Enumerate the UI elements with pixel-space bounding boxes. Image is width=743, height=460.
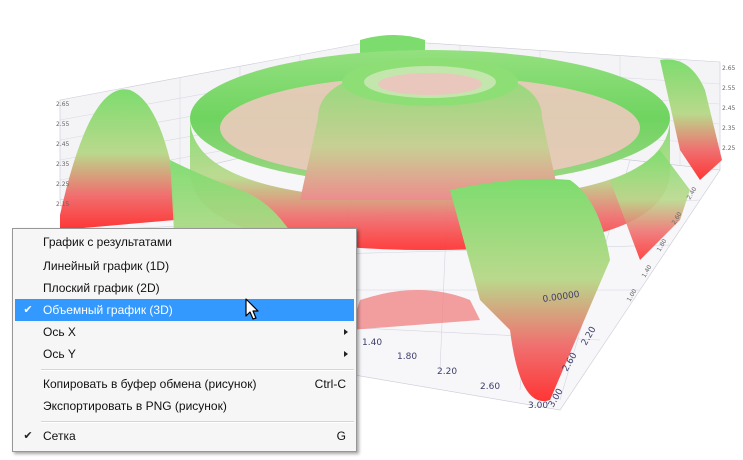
menu-item-axis-y[interactable]: Ось Y — [15, 343, 354, 365]
menu-item-export-png[interactable]: Экспортировать в PNG (рисунок) — [15, 395, 354, 417]
svg-text:2.65: 2.65 — [56, 101, 70, 108]
menu-item-label: Экспортировать в PNG (рисунок) — [43, 399, 227, 413]
menu-item-volume-chart-3d[interactable]: ✔ Объемный график (3D) — [15, 299, 354, 321]
checkmark-icon: ✔ — [23, 304, 33, 316]
svg-text:2.45: 2.45 — [56, 141, 70, 148]
svg-text:2.15: 2.15 — [56, 201, 70, 208]
menu-item-axis-x[interactable]: Ось X — [15, 321, 354, 343]
menu-item-grid[interactable]: ✔ Сетка G — [15, 425, 354, 447]
svg-text:2.25: 2.25 — [722, 145, 736, 152]
menu-item-label: Линейный график (1D) — [43, 259, 170, 273]
menu-item-label: Объемный график (3D) — [43, 303, 173, 317]
svg-text:2.55: 2.55 — [722, 85, 736, 92]
tick-label: 1.40 — [362, 338, 382, 348]
menu-item-label: Плоский график (2D) — [43, 281, 160, 295]
menu-separator — [41, 369, 354, 371]
mouse-pointer-icon — [245, 298, 259, 320]
menu-shortcut: Ctrl-C — [314, 377, 346, 391]
context-menu: График с результатами Линейный график (1… — [12, 228, 357, 452]
svg-text:2.45: 2.45 — [722, 105, 736, 112]
right-axis-ticks: 2.65 2.55 2.45 2.35 2.25 — [722, 65, 736, 152]
submenu-arrow-icon — [344, 329, 348, 335]
tick-label: 3.00 — [528, 401, 548, 411]
menu-shortcut: G — [336, 429, 346, 443]
tick-label: 2.60 — [480, 382, 500, 392]
svg-text:2.35: 2.35 — [56, 161, 70, 168]
menu-item-label: График с результатами — [43, 235, 172, 249]
menu-item-results-chart[interactable]: График с результатами — [15, 231, 354, 253]
menu-item-flat-chart-2d[interactable]: Плоский график (2D) — [15, 277, 354, 299]
menu-separator — [41, 421, 354, 423]
tick-label: 2.20 — [437, 367, 457, 377]
svg-text:2.65: 2.65 — [722, 65, 736, 72]
menu-item-label: Копировать в буфер обмена (рисунок) — [43, 377, 257, 391]
menu-item-copy-clipboard[interactable]: Копировать в буфер обмена (рисунок) Ctrl… — [15, 373, 354, 395]
menu-item-label: Сетка — [43, 429, 76, 443]
svg-text:2.55: 2.55 — [56, 121, 70, 128]
svg-text:2.25: 2.25 — [56, 181, 70, 188]
submenu-arrow-icon — [344, 351, 348, 357]
checkmark-icon: ✔ — [23, 430, 33, 442]
menu-item-line-chart-1d[interactable]: Линейный график (1D) — [15, 255, 354, 277]
menu-item-label: Ось X — [43, 325, 76, 339]
svg-text:2.35: 2.35 — [722, 125, 736, 132]
tick-label: 1.80 — [397, 352, 417, 362]
menu-item-label: Ось Y — [43, 347, 76, 361]
